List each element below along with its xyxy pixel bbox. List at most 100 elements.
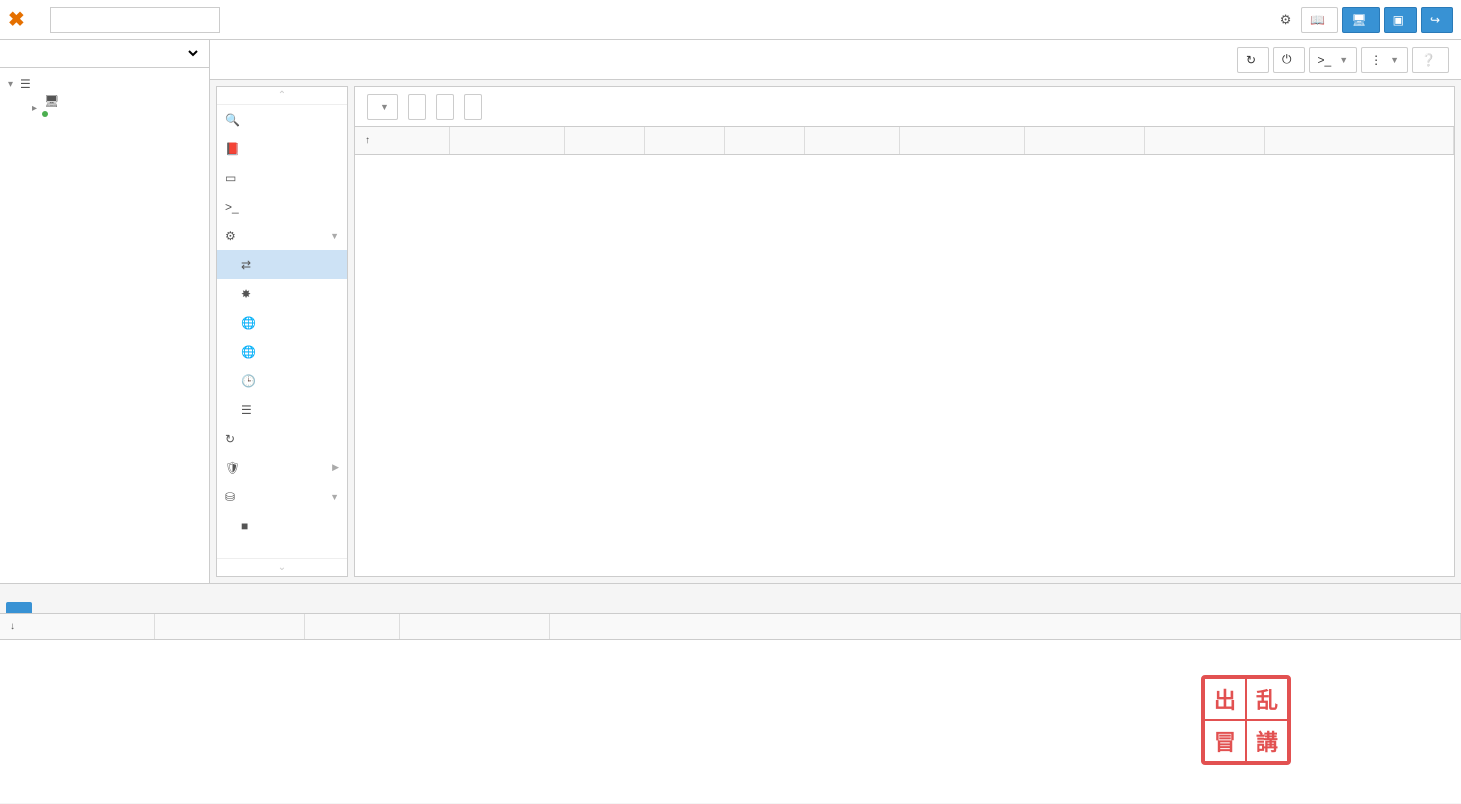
nav-shell[interactable]: >_ — [217, 192, 347, 221]
nav-time[interactable]: 🕒 — [217, 366, 347, 395]
cube-icon: ▣ — [1393, 13, 1404, 27]
chevron-down-icon: ▼ — [330, 231, 339, 241]
book-icon: 📕 — [225, 142, 241, 156]
refresh-icon: ↻ — [225, 432, 241, 446]
col-gw[interactable] — [1145, 127, 1265, 154]
tree-node-host[interactable]: ▸ 🖥 — [0, 96, 209, 120]
col-name[interactable]: ↑ — [355, 127, 450, 154]
node-online-icon: 🖥 — [44, 94, 60, 122]
resource-tree-panel: ▾ ☰ ▸ 🖥 — [0, 40, 210, 583]
clock-icon: 🕒 — [241, 374, 257, 388]
sort-asc-icon: ↑ — [365, 135, 370, 146]
task-log-panel: ↓ 出乱冒講 — [0, 583, 1461, 803]
square-icon: ■ — [241, 519, 257, 533]
terminal-icon: >_ — [1318, 53, 1332, 67]
watermark-stamp: 出乱冒講 — [1201, 675, 1291, 765]
network-icon: ⇄ — [241, 258, 257, 272]
sub-navigation: ⌃ 🔍 📕 ▭ >_ ⚙▼ ⇄ ✸ 🌐 🌐 🕒 ☰ ↻ 🛡▶ ⛁▼ ■ — [216, 86, 348, 577]
sort-desc-icon: ↓ — [10, 621, 15, 632]
col-autostart[interactable] — [645, 127, 725, 154]
log-col-user[interactable] — [400, 614, 550, 639]
tree-collapse-icon[interactable]: ▾ — [8, 79, 20, 90]
nav-dns[interactable]: 🌐 — [217, 308, 347, 337]
col-vlan[interactable] — [725, 127, 805, 154]
list-icon: ⋮ — [1370, 53, 1382, 67]
log-tab-bar — [0, 584, 1461, 614]
network-grid-header: ↑ — [355, 127, 1454, 155]
tree-node-datacenter[interactable]: ▾ ☰ — [0, 72, 209, 96]
tab-tasks[interactable] — [6, 602, 32, 613]
create-network-button[interactable]: ▼ — [367, 94, 398, 120]
book-icon: 📖 — [1310, 13, 1325, 27]
nav-summary[interactable]: 📕 — [217, 134, 347, 163]
tab-cluster-log[interactable] — [32, 602, 58, 613]
nav-updates[interactable]: ↻ — [217, 424, 347, 453]
help-button[interactable]: ❔ — [1412, 47, 1449, 73]
log-grid-header: ↓ — [0, 614, 1461, 640]
globe-icon: 🌐 — [241, 316, 257, 330]
chevron-down-icon: ▼ — [380, 102, 389, 112]
edit-button[interactable] — [436, 94, 454, 120]
network-toolbar: ▼ — [355, 87, 1454, 127]
chevron-right-icon: ▶ — [332, 462, 339, 473]
nav-firewall[interactable]: 🛡▶ — [217, 453, 347, 482]
list-icon: ☰ — [241, 403, 257, 417]
proxmox-logo: ✖ — [8, 7, 26, 32]
nav-lvm[interactable]: ■ — [217, 511, 347, 540]
content-header: ↻ ⏻ >_ ▼ ⋮ ▼ ❔ — [210, 40, 1461, 80]
help-icon: ❔ — [1421, 53, 1436, 67]
shell-dropdown-button[interactable]: >_ ▼ — [1309, 47, 1358, 73]
nav-notes[interactable]: ▭ — [217, 163, 347, 192]
nav-cert[interactable]: ✸ — [217, 279, 347, 308]
note-icon: ▭ — [225, 171, 241, 185]
col-ports[interactable] — [805, 127, 900, 154]
server-icon: ☰ — [20, 77, 36, 91]
reboot-button[interactable]: ↻ — [1237, 47, 1269, 73]
create-ct-button[interactable]: ▣ — [1384, 7, 1417, 33]
logo-x-icon: ✖ — [8, 7, 26, 32]
monitor-icon: 🖥 — [1351, 13, 1366, 27]
nav-disks[interactable]: ⛁▼ — [217, 482, 347, 511]
network-content-panel: ▼ ↑ — [354, 86, 1455, 577]
logout-button[interactable]: ↪ — [1421, 7, 1453, 33]
docs-button[interactable]: 📖 — [1301, 7, 1338, 33]
delete-button[interactable] — [464, 94, 482, 120]
globe-icon: 🌐 — [241, 345, 257, 359]
nav-syslog[interactable]: ☰ — [217, 395, 347, 424]
nav-hosts[interactable]: 🌐 — [217, 337, 347, 366]
gears-icon: ⚙ — [225, 229, 241, 243]
log-col-end[interactable] — [155, 614, 305, 639]
terminal-icon: >_ — [225, 200, 241, 214]
nav-scroll-down[interactable]: ⌄ — [217, 558, 347, 576]
log-col-node[interactable] — [305, 614, 400, 639]
disk-icon: ⛁ — [225, 490, 241, 504]
chevron-down-icon: ▼ — [330, 492, 339, 502]
search-icon: 🔍 — [225, 113, 241, 127]
col-type[interactable] — [450, 127, 565, 154]
chevron-down-icon: ▼ — [1339, 55, 1348, 65]
nav-search[interactable]: 🔍 — [217, 105, 347, 134]
col-mask[interactable] — [1025, 127, 1145, 154]
tree-view-selector[interactable] — [0, 40, 209, 68]
global-search-input[interactable] — [50, 7, 220, 33]
col-comment[interactable] — [1265, 127, 1454, 154]
col-ip[interactable] — [900, 127, 1025, 154]
revert-button[interactable] — [408, 94, 426, 120]
nav-scroll-up[interactable]: ⌃ — [217, 87, 347, 105]
log-col-start[interactable]: ↓ — [0, 614, 155, 639]
top-header: ✖ ⚙ 📖 🖥 ▣ ↪ — [0, 0, 1461, 40]
col-active[interactable] — [565, 127, 645, 154]
nav-system[interactable]: ⚙▼ — [217, 221, 347, 250]
chevron-down-icon: ▼ — [1390, 55, 1399, 65]
cert-icon: ✸ — [241, 287, 257, 301]
shutdown-button[interactable]: ⏻ — [1273, 47, 1305, 73]
reload-icon: ↻ — [1246, 53, 1256, 67]
bulk-action-button[interactable]: ⋮ ▼ — [1361, 47, 1408, 73]
tree-view-select[interactable] — [8, 45, 201, 62]
power-icon: ⏻ — [1282, 52, 1292, 67]
logout-icon: ↪ — [1430, 13, 1440, 27]
log-col-desc[interactable] — [550, 614, 1461, 639]
nav-network[interactable]: ⇄ — [217, 250, 347, 279]
create-vm-button[interactable]: 🖥 — [1342, 7, 1379, 33]
gear-icon[interactable]: ⚙ — [1280, 12, 1292, 28]
